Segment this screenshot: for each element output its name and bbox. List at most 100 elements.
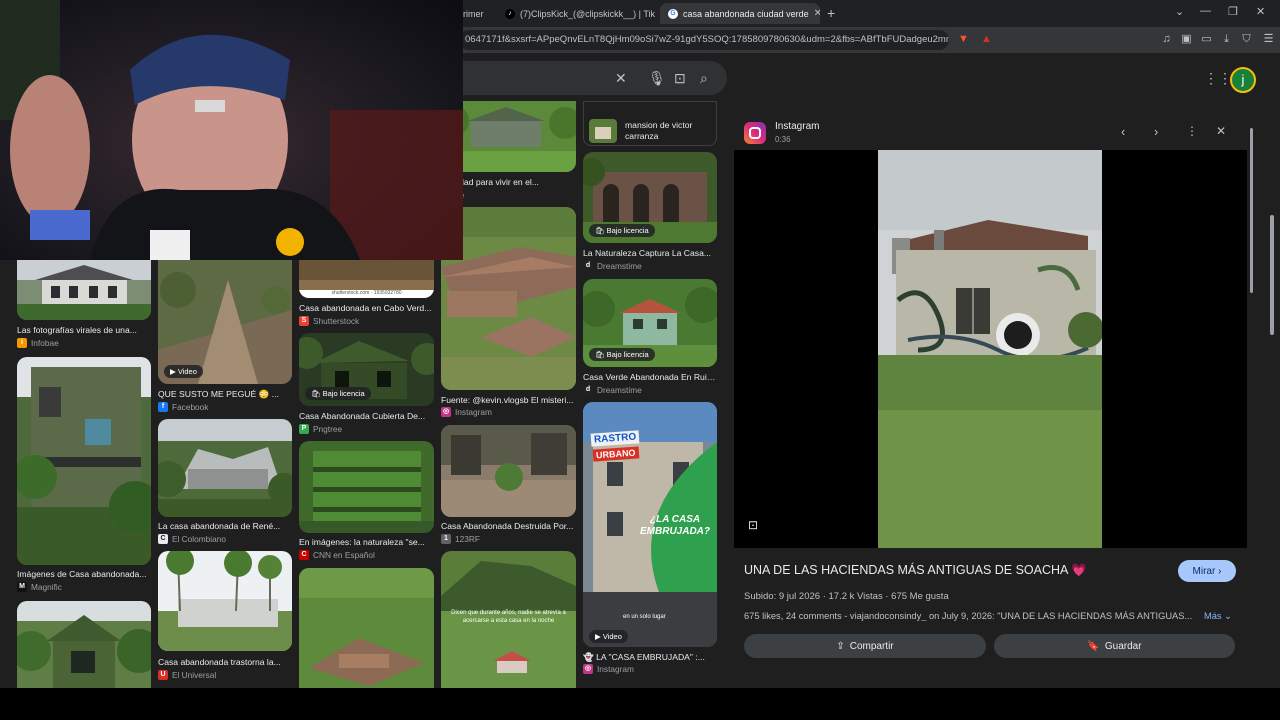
result-card[interactable]: RASTRO URBANO ¿LA CASA EMBRUJADA? en un …: [583, 402, 717, 677]
page-scrollbar[interactable]: [1268, 60, 1276, 680]
panel-scroll-thumb[interactable]: [1250, 128, 1253, 293]
result-card-related[interactable]: mansion de victor carranza: [583, 101, 717, 146]
result-card[interactable]: [17, 601, 151, 688]
clear-search-icon[interactable]: ✕: [615, 70, 627, 87]
result-card[interactable]: [299, 568, 434, 688]
result-source[interactable]: P Pngtree: [299, 424, 342, 434]
result-card[interactable]: shutterstock.com · 1935932780 Casa aband…: [299, 260, 434, 327]
more-link[interactable]: Más ⌄: [1204, 611, 1232, 622]
lens-search-icon[interactable]: ⊡: [674, 70, 686, 87]
result-thumbnail[interactable]: [299, 568, 434, 688]
share-icon: ⇪: [836, 640, 845, 652]
result-thumbnail[interactable]: 🛍 Bajo licencia: [583, 152, 717, 243]
result-title[interactable]: Casa Verde Abandonada En Ruin...: [583, 372, 717, 382]
result-title[interactable]: En imágenes: la naturaleza "se...: [299, 537, 434, 547]
result-card[interactable]: ▶ Video QUE SUSTO ME PEGUÉ 😳 ... f Facebo…: [158, 260, 292, 412]
result-source[interactable]: d Dreamstime: [583, 385, 642, 395]
preview-title[interactable]: UNA DE LAS HACIENDAS MÁS ANTIGUAS DE SOA…: [744, 563, 1087, 578]
download-icon[interactable]: ⤓: [1220, 33, 1233, 46]
share-button[interactable]: ⇪ Compartir: [744, 634, 986, 658]
video-badge: ▶ Video: [164, 365, 203, 378]
result-card[interactable]: La casa abandonada de René... C El Colomb…: [158, 419, 292, 545]
result-card[interactable]: 🛍 Bajo licencia Casa Abandonada Cubierta…: [299, 333, 434, 434]
result-card[interactable]: 🛍 Bajo licencia La Naturaleza Captura La…: [583, 152, 717, 272]
result-thumbnail[interactable]: [158, 551, 292, 651]
media-icon[interactable]: ♫: [1160, 33, 1173, 46]
save-button[interactable]: 🔖 Guardar: [994, 634, 1235, 658]
page-scroll-thumb[interactable]: [1270, 215, 1274, 335]
vpn-icon[interactable]: ⛉: [1240, 33, 1253, 46]
result-source[interactable]: d Dreamstime: [583, 261, 642, 271]
close-tab-icon[interactable]: ✕: [814, 8, 820, 19]
preview-meta: Subido: 9 jul 2026 · 17.2 k Vistas · 675…: [744, 591, 949, 602]
result-card[interactable]: Las fotografías virales de una... i Infob…: [17, 260, 151, 350]
result-source[interactable]: C CNN en Español: [299, 550, 375, 560]
result-source[interactable]: i Infobae: [17, 338, 59, 348]
tab-tiktok[interactable]: ♪ (7)ClipsKick_(@clipskickk__) | TikTok: [497, 3, 655, 24]
voice-search-icon[interactable]: 🎙: [648, 70, 666, 87]
result-thumbnail[interactable]: 🛍 Bajo licencia: [299, 333, 434, 406]
result-title[interactable]: Fuente: @kevin.vlogsb El misteri...: [441, 395, 576, 405]
watch-button-label: Mirar: [1192, 565, 1216, 577]
source-name[interactable]: Instagram: [775, 121, 819, 132]
result-title[interactable]: Casa abandonada trastorna la...: [158, 657, 292, 667]
result-thumbnail[interactable]: shutterstock.com · 1935932780: [299, 260, 434, 298]
result-thumbnail[interactable]: [17, 260, 151, 320]
result-title[interactable]: La Naturaleza Captura La Casa...: [583, 248, 717, 258]
account-avatar[interactable]: j: [1230, 67, 1256, 93]
result-source[interactable]: U El Universal: [158, 670, 216, 680]
previous-icon[interactable]: ‹: [1121, 124, 1125, 139]
preview-image[interactable]: [878, 150, 1102, 548]
result-card[interactable]: Imágenes de Casa abandonada... M Magnific: [17, 357, 151, 593]
result-title[interactable]: La casa abandonada de René...: [158, 521, 292, 531]
result-thumbnail[interactable]: [158, 419, 292, 517]
result-card[interactable]: Casa Abandonada Destruida Por... 1 123RF: [441, 425, 576, 545]
close-icon[interactable]: ✕: [1216, 124, 1226, 138]
result-source[interactable]: ◎ Instagram: [583, 664, 634, 674]
result-source[interactable]: ◎ Instagram: [441, 407, 492, 417]
result-title[interactable]: Casa Abandonada Destruida Por...: [441, 521, 576, 531]
google-icon: G: [668, 8, 678, 19]
result-card[interactable]: En imágenes: la naturaleza "se... C CNN e…: [299, 441, 434, 561]
result-source[interactable]: 1 123RF: [441, 534, 480, 544]
result-title[interactable]: QUE SUSTO ME PEGUÉ 😳 ...: [158, 389, 292, 400]
maximize-icon[interactable]: ❐: [1228, 5, 1238, 18]
result-source[interactable]: C El Colombiano: [158, 534, 226, 544]
result-thumbnail[interactable]: RASTRO URBANO ¿LA CASA EMBRUJADA? en un …: [583, 402, 717, 647]
wallet-icon[interactable]: ▭: [1200, 33, 1213, 46]
result-card[interactable]: Dicen que durante años, nadie se atrevía…: [441, 551, 576, 688]
tab-search-icon[interactable]: ⌄: [1175, 5, 1184, 18]
result-title[interactable]: Casa abandonada en Cabo Verd...: [299, 303, 434, 313]
brave-shield-icon[interactable]: ▼: [957, 33, 970, 46]
minimize-icon[interactable]: —: [1200, 5, 1211, 17]
result-card[interactable]: 🛍 Bajo licencia Casa Verde Abandonada En…: [583, 279, 717, 397]
result-source[interactable]: S Shutterstock: [299, 316, 359, 326]
result-source[interactable]: f Facebook: [158, 402, 208, 412]
result-title[interactable]: 👻 LA "CASA EMBRUJADA" :...: [583, 652, 717, 663]
lens-icon[interactable]: ⊡: [748, 518, 758, 532]
search-icon[interactable]: ⌕: [700, 70, 708, 87]
result-thumbnail[interactable]: [299, 441, 434, 533]
result-thumbnail[interactable]: [441, 425, 576, 517]
tab-google-search[interactable]: G casa abandonada ciudad verde ✕: [660, 3, 820, 24]
result-thumbnail[interactable]: [17, 601, 151, 688]
result-source[interactable]: M Magnific: [17, 582, 62, 592]
menu-icon[interactable]: ☰: [1262, 33, 1275, 46]
result-title[interactable]: Imágenes de Casa abandonada...: [17, 569, 151, 579]
sidebar-icon[interactable]: ▣: [1180, 33, 1193, 46]
watch-button[interactable]: Mirar ›: [1178, 560, 1236, 582]
close-window-icon[interactable]: ✕: [1256, 5, 1265, 18]
result-thumbnail[interactable]: [17, 357, 151, 565]
more-options-icon[interactable]: ⋮: [1186, 124, 1198, 138]
next-icon[interactable]: ›: [1154, 124, 1158, 139]
result-thumbnail[interactable]: ▶ Video: [158, 260, 292, 384]
result-thumbnail[interactable]: 🛍 Bajo licencia: [583, 279, 717, 367]
result-thumbnail[interactable]: Dicen que durante años, nadie se atrevía…: [441, 551, 576, 688]
address-field[interactable]: 0647171f&sxsrf=APpeQnvELnT8QjHm09oSi7wZ-…: [459, 30, 949, 50]
brave-rewards-icon[interactable]: ▲: [980, 33, 993, 46]
result-card[interactable]: Casa abandonada trastorna la... U El Univ…: [158, 551, 292, 681]
result-title[interactable]: Las fotografías virales de una...: [17, 325, 151, 335]
new-tab-button[interactable]: +: [827, 5, 835, 21]
result-title[interactable]: Casa Abandonada Cubierta De...: [299, 411, 434, 421]
search-box[interactable]: ✕ 🎙 ⊡ ⌕: [450, 61, 727, 95]
